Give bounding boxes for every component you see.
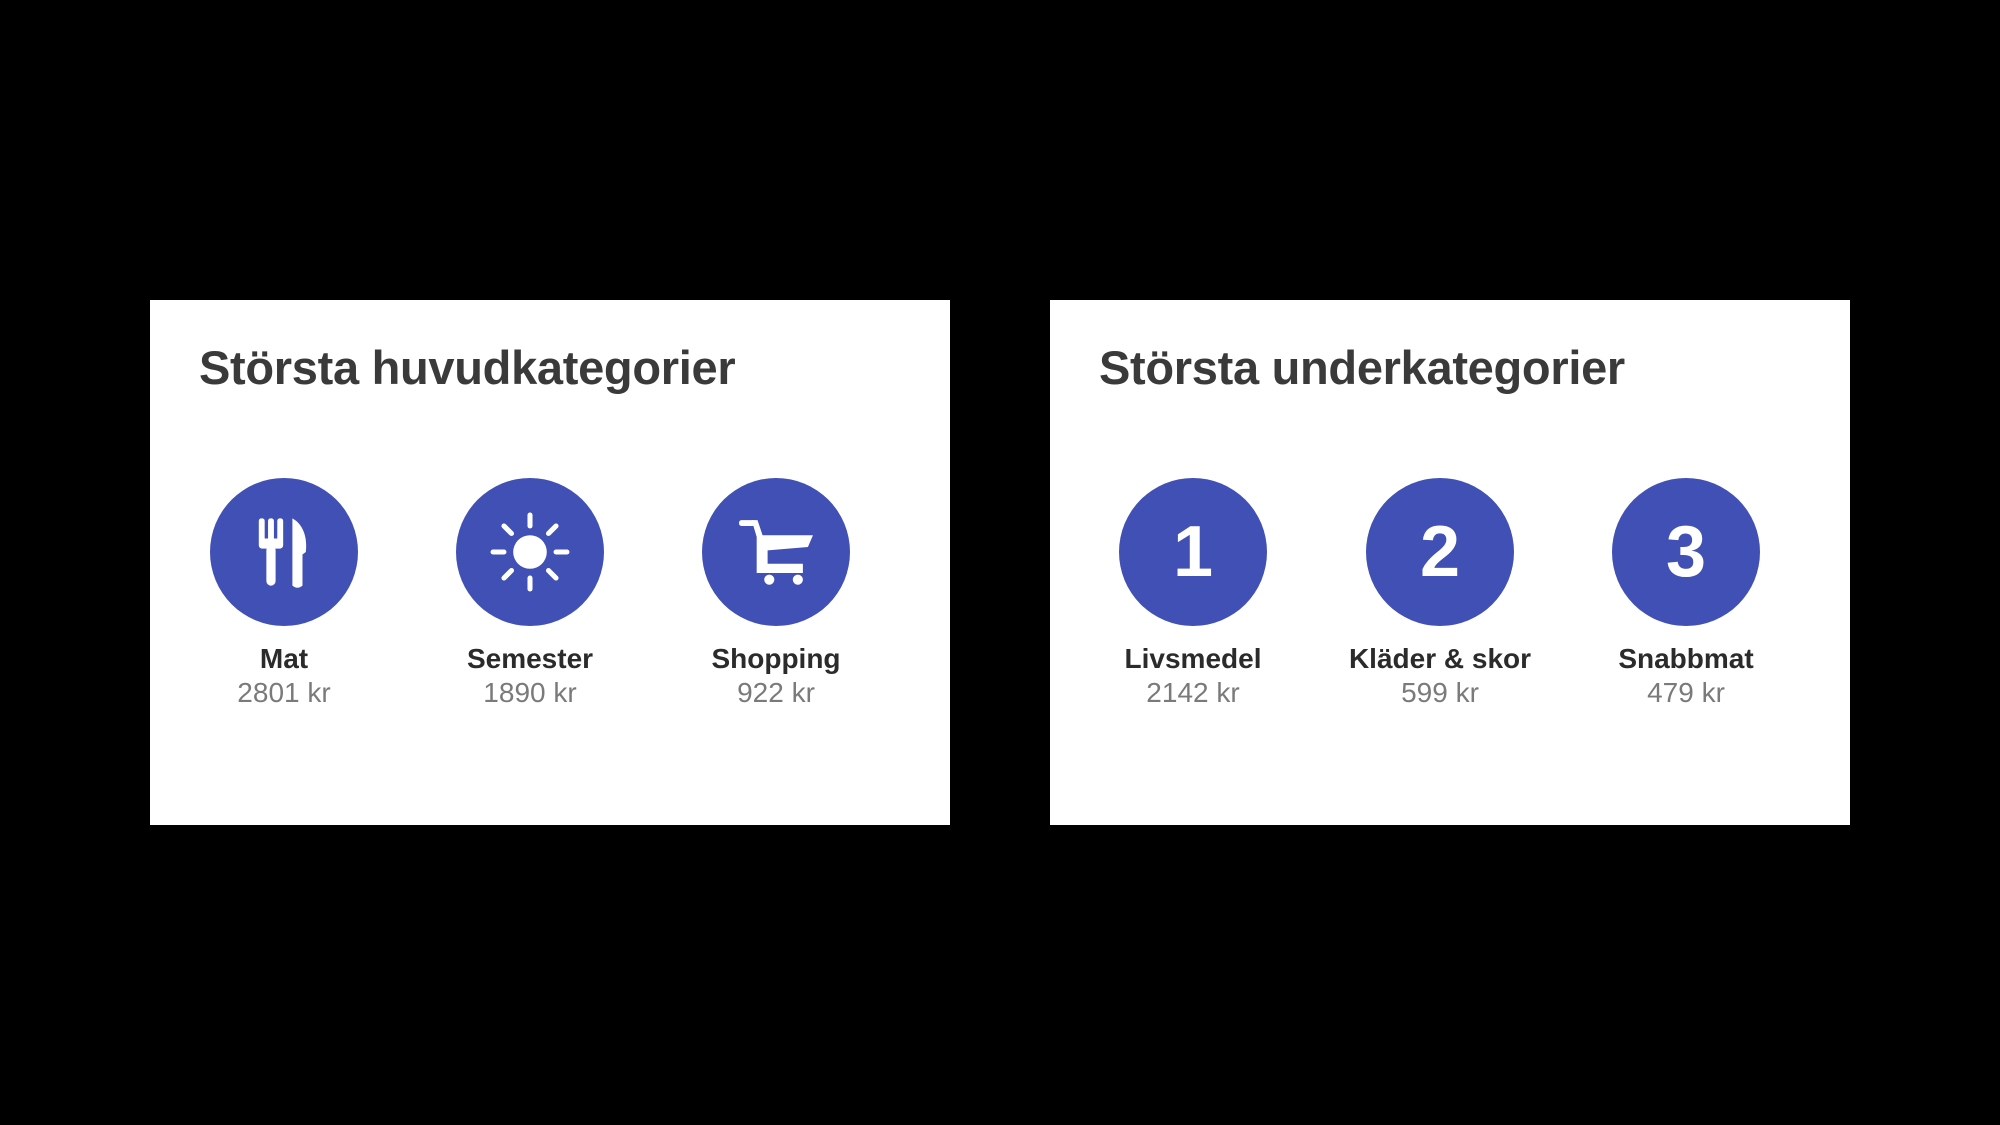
main-categories-card: Största huvudkategorier Mat 2801 kr Seme…: [150, 300, 950, 825]
main-categories-title: Största huvudkategorier: [199, 341, 736, 394]
category-item-mat[interactable]: Mat 2801 kr: [164, 478, 404, 709]
category-name: Semester: [466, 643, 594, 674]
main-categories-list: Mat 2801 kr Semester 1890 kr Shopping 92…: [150, 478, 950, 738]
subcategory-item-klader-skor[interactable]: 2 Kläder & skor 599 kr: [1320, 478, 1560, 709]
category-item-semester[interactable]: Semester 1890 kr: [410, 478, 650, 709]
rank-badge: 1: [1119, 478, 1267, 626]
category-name: Shopping: [711, 643, 841, 674]
category-item-shopping[interactable]: Shopping 922 kr: [656, 478, 896, 709]
subcategory-name: Livsmedel: [1124, 643, 1262, 674]
rank-badge: 3: [1612, 478, 1760, 626]
subcategory-item-livsmedel[interactable]: 1 Livsmedel 2142 kr: [1073, 478, 1313, 709]
subcategory-amount: 599 kr: [1401, 677, 1479, 709]
subcategory-item-snabbmat[interactable]: 3 Snabbmat 479 kr: [1566, 478, 1806, 709]
rank-number: 3: [1665, 512, 1707, 592]
shopping-cart-icon: [739, 520, 813, 585]
sub-categories-card: Största underkategorier 1 Livsmedel 2142…: [1050, 300, 1850, 825]
category-icon-circle: [702, 478, 850, 626]
rank-number: 1: [1172, 512, 1214, 592]
sun-icon: [490, 512, 570, 592]
sub-categories-title: Största underkategorier: [1099, 341, 1625, 394]
category-icon-circle: [456, 478, 604, 626]
category-name: Mat: [259, 643, 309, 674]
category-amount: 922 kr: [737, 677, 815, 709]
subcategory-name: Snabbmat: [1618, 643, 1754, 674]
category-amount: 2801 kr: [237, 677, 331, 709]
category-amount: 1890 kr: [483, 677, 577, 709]
category-icon-circle: [210, 478, 358, 626]
rank-number: 2: [1419, 512, 1461, 592]
subcategory-name: Kläder & skor: [1348, 643, 1532, 674]
sub-categories-list: 1 Livsmedel 2142 kr 2 Kläder & skor 599 …: [1050, 478, 1850, 738]
rank-badge: 2: [1366, 478, 1514, 626]
subcategory-amount: 479 kr: [1647, 677, 1725, 709]
subcategory-amount: 2142 kr: [1146, 677, 1240, 709]
fork-knife-icon: [258, 518, 307, 588]
